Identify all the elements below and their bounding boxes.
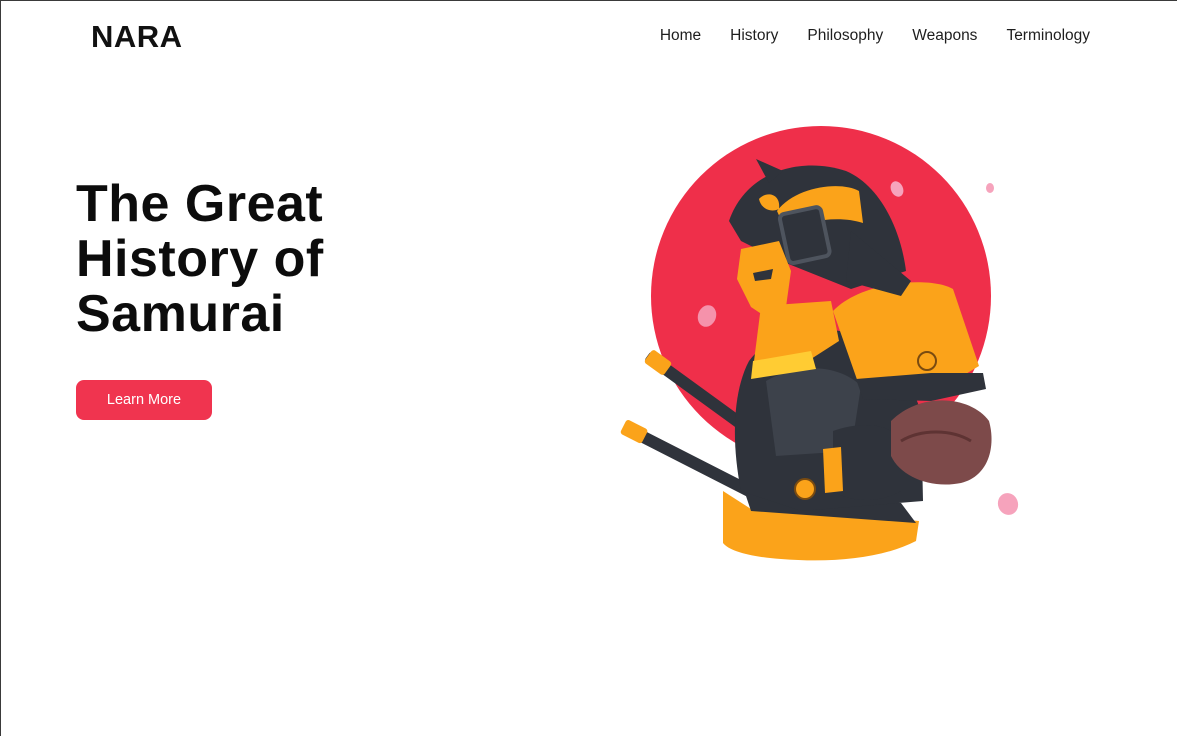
nav-link-weapons[interactable]: Weapons [912, 27, 977, 45]
samurai-illustration-svg [620, 126, 1019, 561]
main-nav: Home History Philosophy Weapons Terminol… [631, 27, 1090, 45]
hero-title-line: Samurai [76, 285, 285, 343]
nav-link-home[interactable]: Home [660, 27, 701, 45]
learn-more-button[interactable]: Learn More [76, 380, 212, 420]
hero-title-line: The Great [76, 175, 324, 233]
petal [997, 493, 1019, 515]
navbar: NARA Home History Philosophy Weapons Ter… [1, 1, 1177, 73]
hero-title-line: History of [76, 230, 324, 288]
site-logo[interactable]: NARA [91, 19, 183, 55]
nav-link-philosophy[interactable]: Philosophy [807, 27, 883, 45]
samurai-illustration [601, 111, 1041, 581]
fist [891, 400, 992, 485]
hero-title: The Great History of Samurai [76, 177, 436, 342]
nav-link-terminology[interactable]: Terminology [1006, 27, 1090, 45]
nav-link-history[interactable]: History [730, 27, 778, 45]
petal [986, 183, 994, 193]
